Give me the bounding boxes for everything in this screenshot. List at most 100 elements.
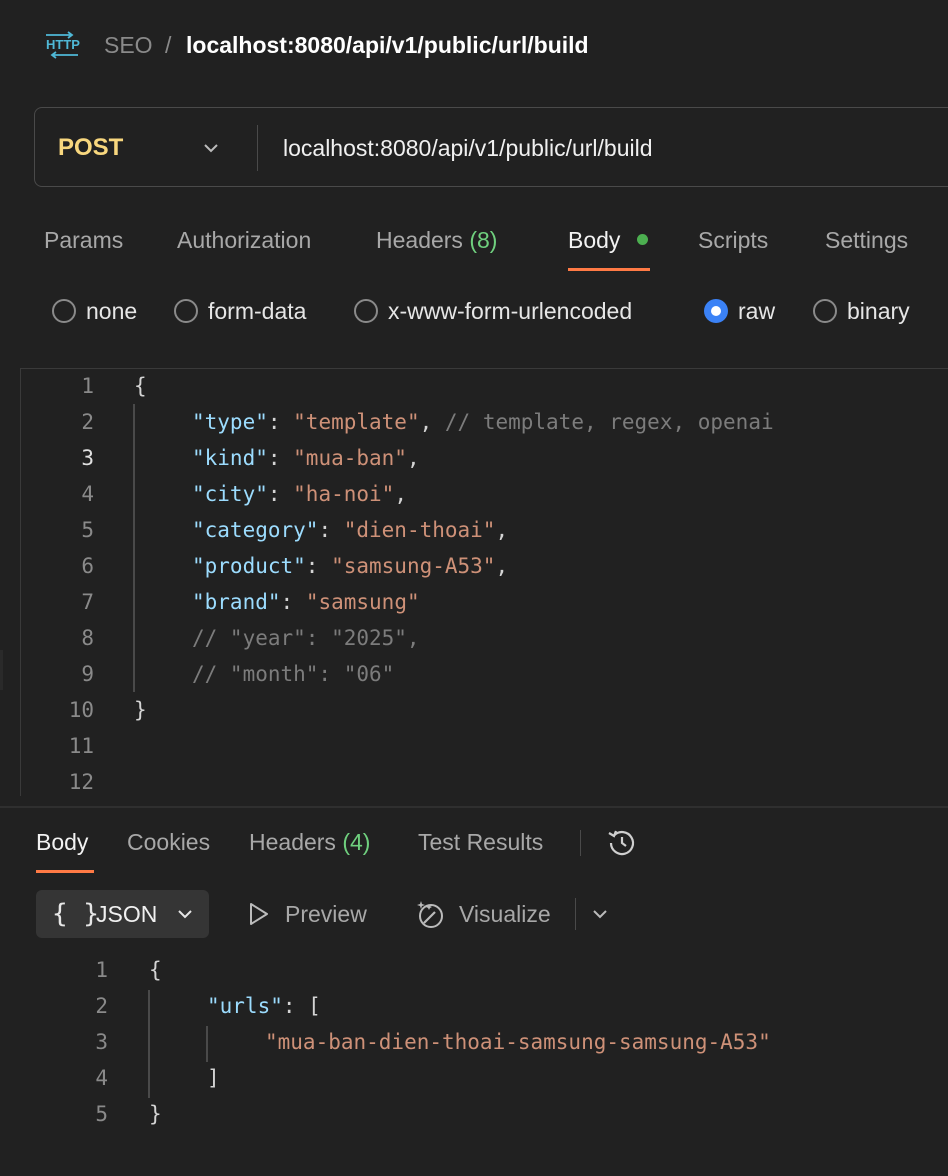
tab-authorization[interactable]: Authorization [177,224,311,256]
line-number: 2 [81,410,94,434]
code-line[interactable]: "product": "samsung-A53", [192,554,508,578]
line-number: 9 [81,662,94,686]
tab-headers[interactable]: Headers (8) [376,224,497,256]
line-number: 2 [95,994,108,1018]
indent-guide [133,404,135,692]
code-line[interactable]: "brand": "samsung" [192,590,420,614]
response-tab-cookies[interactable]: Cookies [127,826,210,858]
radio-none[interactable] [52,299,76,323]
code-line[interactable]: "kind": "mua-ban", [192,446,420,470]
code-line[interactable]: "mua-ban-dien-thoai-samsung-samsung-A53" [265,1030,771,1054]
code-token: , [406,446,420,470]
code-token: "samsung-A53" [331,554,496,578]
code-token: "mua-ban" [293,446,407,470]
tab-params[interactable]: Params [44,224,123,256]
radio-binary[interactable] [813,299,837,323]
response-tab-headers[interactable]: Headers (4) [249,826,370,858]
code-token: "mua-ban-dien-thoai-samsung-samsung-A53" [265,1030,771,1054]
code-token: { [134,374,147,398]
code-token: , [419,410,445,434]
code-token: "category" [192,518,319,542]
code-line[interactable]: } [134,698,147,722]
pane-splitter[interactable] [0,806,948,808]
tab-scripts[interactable]: Scripts [698,224,768,256]
line-number: 6 [81,554,94,578]
code-token: "type" [192,410,268,434]
code-token: "city" [192,482,268,506]
code-line[interactable]: { [134,374,147,398]
code-line[interactable]: "urls": [ [207,994,321,1018]
line-number: 8 [81,626,94,650]
indent-guide [148,990,150,1098]
code-token: "urls" [207,994,283,1018]
code-token: // "month": "06" [192,662,395,686]
code-token: "brand" [192,590,281,614]
code-token: , [495,518,509,542]
line-number: 12 [68,770,94,794]
response-tab-test-results[interactable]: Test Results [418,826,543,858]
radio-none-label[interactable]: none [86,296,137,326]
response-tab-headers-count: (4) [342,829,371,855]
chevron-down-icon[interactable] [201,138,221,158]
code-token: : [318,518,344,542]
code-token: : [280,590,306,614]
line-number: 1 [95,958,108,982]
radio-form-data-label[interactable]: form-data [208,296,306,326]
body-modified-dot [637,234,648,245]
code-line[interactable]: // "month": "06" [192,662,394,686]
radio-x-www-form-urlencoded-label[interactable]: x-www-form-urlencoded [388,296,632,326]
response-format-label[interactable]: JSON [96,899,157,929]
code-token: : [267,446,294,470]
line-number: 4 [81,482,94,506]
response-active-tab-indicator [36,870,94,873]
code-token: , [394,482,407,506]
tab-separator [580,830,581,856]
indent-guide [206,1026,208,1062]
tab-headers-count: (8) [469,227,498,253]
line-number: 3 [95,1030,108,1054]
method-select[interactable]: POST [58,131,123,165]
breadcrumb-parent[interactable]: SEO [104,30,153,60]
visualize-button[interactable]: Visualize [459,899,551,929]
code-token: "kind" [192,446,268,470]
code-line[interactable]: "category": "dien-thoai", [192,518,508,542]
chevron-down-icon[interactable] [175,904,195,924]
code-line[interactable]: "type": "template", // template, regex, … [192,410,774,434]
line-number: 7 [81,590,94,614]
url-input[interactable] [283,130,923,166]
radio-binary-label[interactable]: binary [847,296,910,326]
line-number: 5 [95,1102,108,1126]
visualize-wand-icon[interactable] [415,898,447,930]
code-line[interactable]: ] [207,1066,220,1090]
code-token: : [267,482,294,506]
code-line[interactable]: "city": "ha-noi", [192,482,407,506]
code-line[interactable]: { [149,958,162,982]
preview-button[interactable]: Preview [285,899,367,929]
radio-x-www-form-urlencoded[interactable] [354,299,378,323]
radio-raw[interactable] [704,299,728,323]
radio-form-data[interactable] [174,299,198,323]
braces-icon: { } [52,899,99,929]
tab-settings[interactable]: Settings [825,224,908,256]
code-token: } [134,698,147,722]
sidebar-edge [0,650,3,690]
code-token: "samsung" [305,590,420,614]
chevron-down-icon[interactable] [590,904,610,924]
history-icon[interactable] [605,826,639,860]
tab-headers-label: Headers [376,227,463,253]
url-divider [257,125,258,171]
code-line[interactable]: // "year": "2025", [192,626,420,650]
tab-body[interactable]: Body [568,224,620,256]
radio-raw-label[interactable]: raw [738,296,775,326]
code-token: "dien-thoai" [343,518,496,542]
play-icon[interactable] [245,901,271,927]
line-number: 1 [81,374,94,398]
code-token: "ha-noi" [293,482,395,506]
code-line[interactable]: } [149,1102,162,1126]
response-tab-body[interactable]: Body [36,826,88,858]
line-number: 4 [95,1066,108,1090]
request-title[interactable]: localhost:8080/api/v1/public/url/build [186,30,589,60]
toolbar-separator [575,898,576,930]
line-number: 10 [68,698,94,722]
code-token: "product" [192,554,306,578]
